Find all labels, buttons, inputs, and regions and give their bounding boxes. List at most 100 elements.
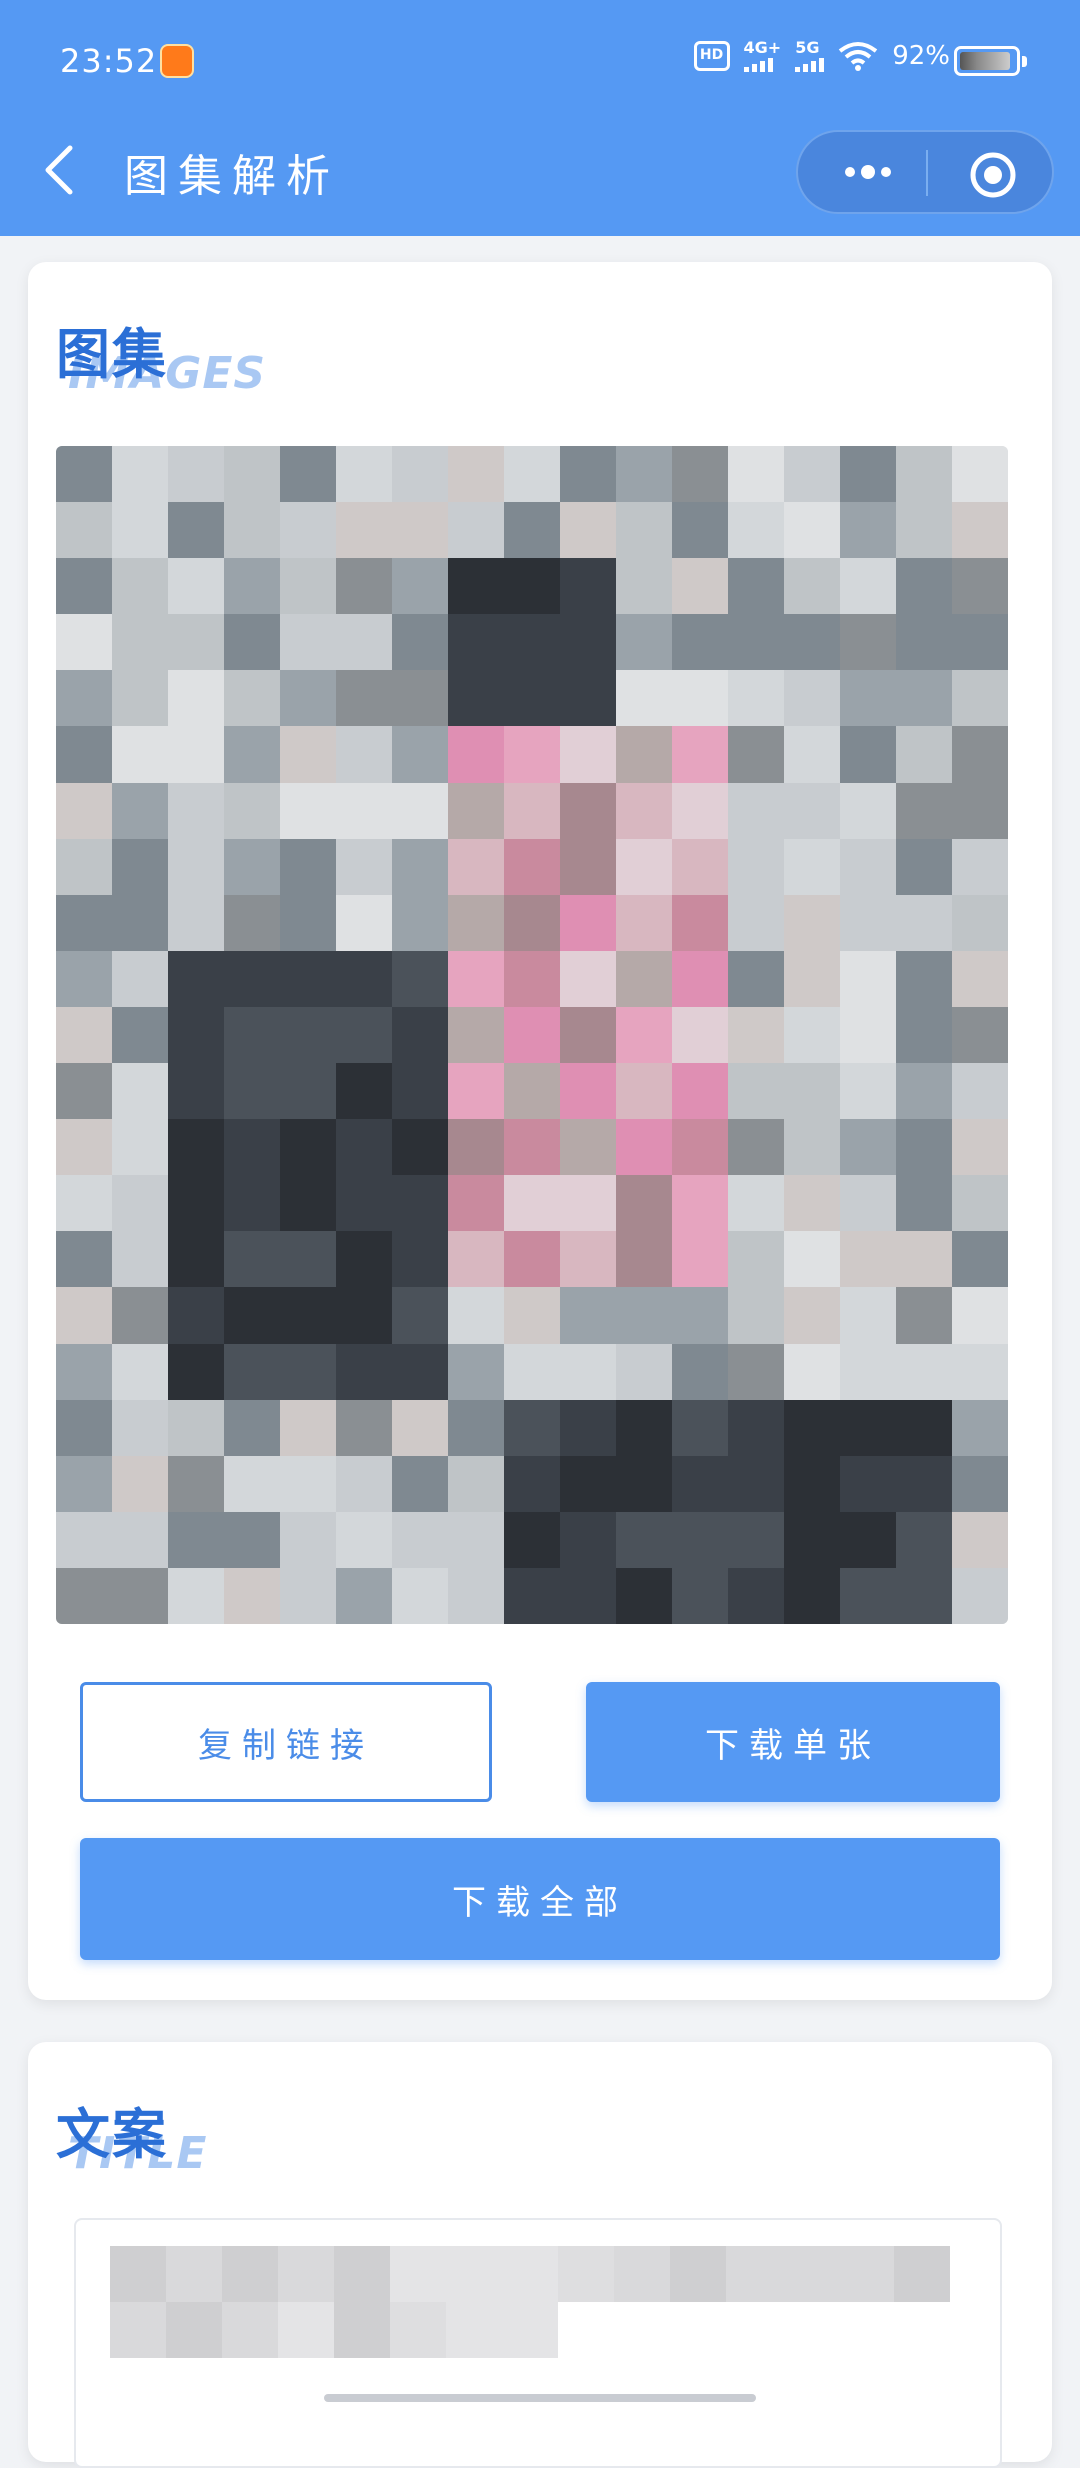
mosaic-tile [840, 1343, 896, 1400]
mosaic-tile [896, 670, 952, 727]
text-blur-tile [446, 2302, 502, 2358]
mosaic-tile [224, 558, 280, 615]
mosaic-tile [952, 1399, 1008, 1456]
mosaic-tile [728, 446, 784, 503]
text-blur-tile [278, 2246, 334, 2302]
mosaic-tile [224, 1343, 280, 1400]
mosaic-tile [840, 1175, 896, 1232]
mosaic-tile [504, 1287, 560, 1344]
mosaic-tile [672, 614, 728, 671]
mosaic-tile [168, 558, 224, 615]
mosaic-tile [448, 1511, 504, 1568]
mosaic-tile [504, 950, 560, 1007]
text-blur-tile [166, 2302, 222, 2358]
mosaic-tile [840, 782, 896, 839]
mosaic-tile [728, 1231, 784, 1288]
text-blur-tile [390, 2246, 446, 2302]
mosaic-tile [616, 1231, 672, 1288]
mosaic-tile [448, 1455, 504, 1512]
mosaic-tile [336, 726, 392, 783]
mosaic-tile [672, 1119, 728, 1176]
images-card: 图集 IMAGES 复制链接 下载单张 下载全部 [28, 262, 1052, 2000]
home-indicator[interactable] [324, 2394, 756, 2402]
hd-icon: HD [693, 41, 730, 71]
mosaic-tile [504, 726, 560, 783]
mosaic-tile [392, 1287, 448, 1344]
mosaic-tile [112, 838, 168, 895]
mosaic-tile [616, 558, 672, 615]
mosaic-tile [392, 894, 448, 951]
mosaic-tile [56, 1455, 112, 1512]
mosaic-tile [784, 1006, 840, 1064]
mosaic-tile [280, 950, 336, 1007]
wifi-icon [838, 42, 878, 71]
mosaic-tile [392, 614, 448, 671]
mosaic-tile [896, 446, 952, 503]
mosaic-tile [112, 1175, 168, 1232]
copy-link-button[interactable]: 复制链接 [80, 1682, 492, 1802]
mosaic-tile [952, 1231, 1008, 1288]
mosaic-tile [336, 1511, 392, 1568]
mosaic-tile [952, 1006, 1008, 1064]
mosaic-tile [56, 1119, 112, 1176]
mosaic-tile [728, 782, 784, 839]
download-all-button[interactable]: 下载全部 [80, 1838, 1000, 1960]
mosaic-tile [784, 1063, 840, 1120]
mosaic-tile [896, 614, 952, 671]
mosaic-tile [616, 1119, 672, 1176]
mosaic-tile [896, 502, 952, 559]
close-icon[interactable] [968, 150, 1018, 200]
mosaic-tile [280, 838, 336, 895]
caption-textbox[interactable] [74, 2218, 1002, 2468]
mosaic-tile [56, 1063, 112, 1120]
mosaic-tile [784, 1231, 840, 1288]
mosaic-tile [616, 670, 672, 727]
mosaic-tile [728, 1455, 784, 1512]
mosaic-tile [448, 838, 504, 895]
signal-icon: 4G+ [743, 40, 781, 72]
mosaic-tile [616, 1287, 672, 1344]
mosaic-tile [728, 1287, 784, 1344]
text-blur-tile [502, 2302, 558, 2358]
mosaic-tile [616, 950, 672, 1007]
mosaic-tile [280, 558, 336, 615]
more-icon[interactable] [828, 154, 908, 190]
mosaic-tile [56, 446, 112, 503]
top-bar: 23:52 HD 4G+ 5G 92% 图集解析 [0, 0, 1080, 236]
text-blur-tile [222, 2246, 278, 2302]
mosaic-tile [56, 502, 112, 559]
mosaic-tile [672, 1343, 728, 1400]
mosaic-tile [952, 446, 1008, 503]
mosaic-tile [112, 726, 168, 783]
mosaic-tile [112, 1287, 168, 1344]
mosaic-tile [784, 1567, 840, 1624]
mosaic-tile [168, 782, 224, 839]
mosaic-tile [784, 558, 840, 615]
back-icon[interactable] [40, 142, 80, 198]
text-blur-tile [558, 2246, 614, 2302]
mosaic-tile [336, 446, 392, 503]
mosaic-tile [280, 1119, 336, 1176]
mosaic-tile [280, 894, 336, 951]
mosaic-tile [560, 782, 616, 839]
text-blur-tile [838, 2302, 894, 2358]
text-blur-tile [166, 2246, 222, 2302]
mosaic-tile [952, 838, 1008, 895]
image-carousel[interactable] [56, 446, 1008, 1624]
mosaic-tile [504, 1567, 560, 1624]
mosaic-tile [448, 1287, 504, 1344]
taobao-app-icon [160, 44, 194, 78]
mosaic-tile [336, 838, 392, 895]
mosaic-tile [168, 894, 224, 951]
mosaic-tile [112, 502, 168, 559]
mosaic-tile [168, 950, 224, 1007]
mosaic-tile [392, 670, 448, 727]
download-single-button[interactable]: 下载单张 [586, 1682, 1000, 1802]
mosaic-tile [672, 502, 728, 559]
mosaic-tile [448, 1231, 504, 1288]
text-blur-tile [502, 2246, 558, 2302]
mosaic-tile [560, 670, 616, 727]
mosaic-tile [448, 950, 504, 1007]
mosaic-tile [616, 1343, 672, 1400]
mosaic-tile [112, 1343, 168, 1400]
